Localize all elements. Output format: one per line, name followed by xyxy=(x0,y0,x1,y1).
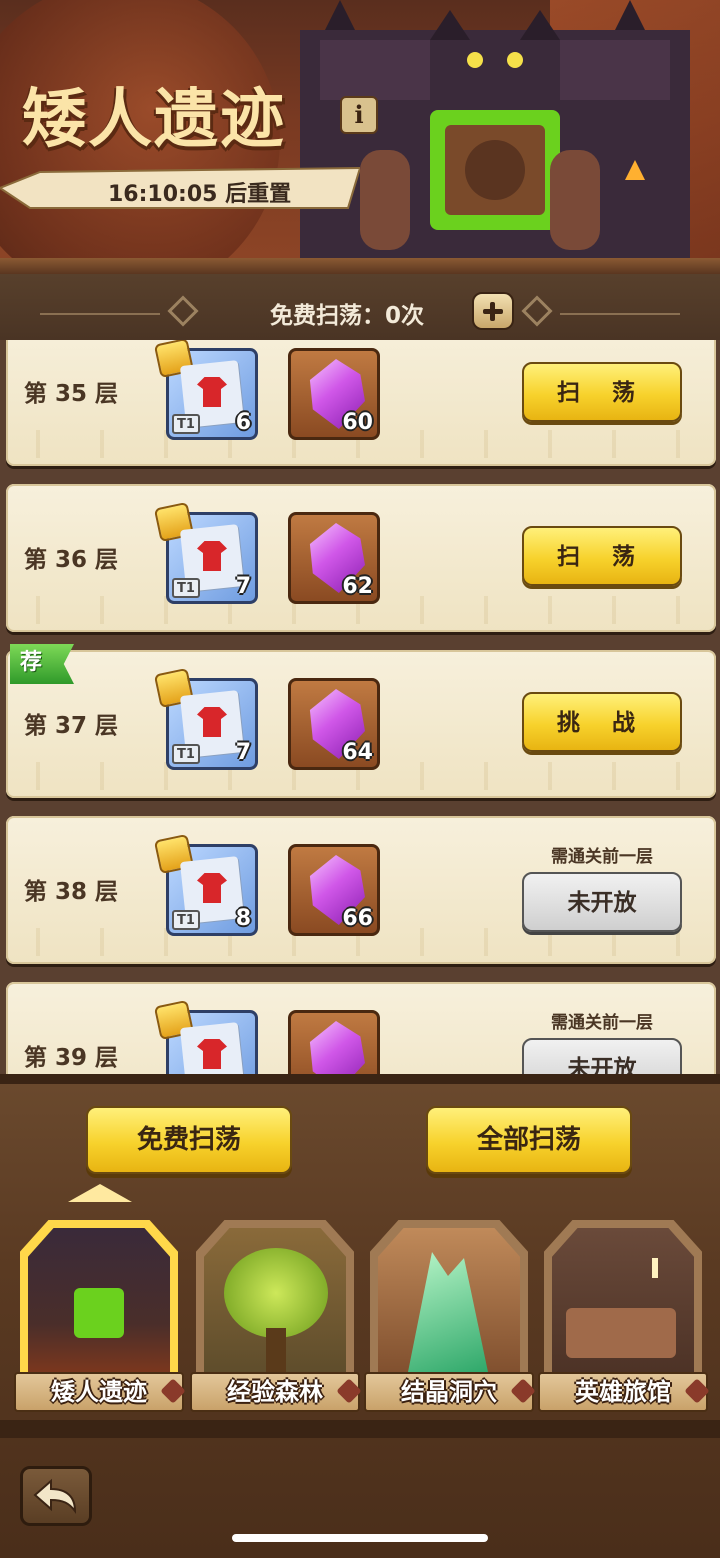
requirement-text: 需通关前一层 xyxy=(551,847,653,867)
dwarf-ruins-thumbnail xyxy=(28,1228,170,1388)
floor-label: 第 37 层 xyxy=(24,713,119,739)
reward-scroll[interactable]: T1 6 xyxy=(153,340,258,440)
reward-crystal[interactable]: 66 xyxy=(288,844,380,936)
reward-crystal[interactable]: 62 xyxy=(288,512,380,604)
floor-card-36: 第 36 层 T1 7 62 扫 荡 xyxy=(6,484,716,632)
tier-badge: T1 xyxy=(172,414,200,434)
reward-quantity: 62 xyxy=(342,574,373,599)
back-button[interactable] xyxy=(20,1466,92,1526)
free-sweep-count: 免费扫荡：0次 xyxy=(270,303,425,329)
floor-card-39: 第 39 层 需通关前一层 未开放 xyxy=(6,982,716,1074)
crystal-cave-thumbnail xyxy=(378,1228,520,1388)
tab-label: 结晶洞穴 xyxy=(364,1372,534,1412)
crystal-cluster xyxy=(408,1252,488,1372)
sweep-all-button[interactable]: 全部扫荡 xyxy=(426,1106,632,1174)
tree-trunk xyxy=(266,1328,286,1378)
floor-strip xyxy=(0,1420,720,1438)
reward-quantity: 64 xyxy=(342,740,373,765)
floor-list[interactable]: 第 35 层 T1 6 60 扫 荡 第 36 层 T1 7 62 扫 荡 荐 … xyxy=(0,340,720,1074)
tree-canopy xyxy=(224,1248,328,1338)
reward-quantity: 7 xyxy=(235,574,251,599)
floor-label: 第 35 层 xyxy=(24,381,119,407)
reward-crystal[interactable]: 60 xyxy=(288,348,380,440)
challenge-button[interactable]: 挑 战 xyxy=(522,692,682,752)
floor-card-38: 第 38 层 T1 8 66 需通关前一层 未开放 xyxy=(6,816,716,964)
tier-badge: T1 xyxy=(172,910,200,930)
tab-label: 矮人遗迹 xyxy=(14,1372,184,1412)
floor-label: 第 39 层 xyxy=(24,1045,119,1071)
reward-quantity: 6 xyxy=(235,410,251,435)
tab-exp-forest[interactable]: 经验森林 xyxy=(190,1214,362,1414)
tavern-table xyxy=(566,1308,676,1358)
reward-crystal[interactable]: 64 xyxy=(288,678,380,770)
requirement-text: 需通关前一层 xyxy=(551,1013,653,1033)
reward-quantity: 7 xyxy=(235,740,251,765)
floor-label: 第 38 层 xyxy=(24,879,119,905)
reward-scroll[interactable]: T1 7 xyxy=(153,501,258,604)
bottom-trim xyxy=(0,1074,720,1084)
exp-forest-thumbnail xyxy=(204,1228,346,1388)
divider-left xyxy=(40,313,160,315)
floor-label: 第 36 层 xyxy=(24,547,119,573)
add-sweep-button[interactable] xyxy=(472,292,514,330)
reward-scroll[interactable]: T1 7 xyxy=(153,667,258,770)
portal xyxy=(74,1288,124,1338)
floor-card-37: 荐 第 37 层 T1 7 64 挑 战 xyxy=(6,644,716,798)
header-banner: 矮人遗迹 i 16:10:05 后重置 xyxy=(0,0,720,270)
reset-timer: 16:10:05 后重置 xyxy=(108,182,292,207)
free-sweep-button[interactable]: 免费扫荡 xyxy=(86,1106,292,1174)
recommended-badge: 荐 xyxy=(10,644,74,684)
reward-quantity: 8 xyxy=(235,906,251,931)
home-indicator[interactable] xyxy=(232,1534,488,1542)
locked-button[interactable]: 未开放 xyxy=(522,872,682,932)
crystal-icon xyxy=(309,1021,365,1074)
reward-quantity: 66 xyxy=(342,906,373,931)
reward-scroll[interactable] xyxy=(153,999,258,1074)
divider-right xyxy=(560,313,680,315)
hero-tavern-thumbnail xyxy=(552,1228,694,1388)
candle xyxy=(652,1258,658,1278)
tier-badge: T1 xyxy=(172,744,200,764)
back-arrow-icon xyxy=(33,1478,77,1515)
reward-quantity: 60 xyxy=(342,410,373,435)
sweep-button[interactable]: 扫 荡 xyxy=(522,362,682,422)
info-icon[interactable]: i xyxy=(340,96,378,134)
reward-crystal[interactable] xyxy=(288,1010,380,1074)
tier-badge: T1 xyxy=(172,578,200,598)
page-title: 矮人遗迹 xyxy=(22,83,286,157)
plus-icon-vertical xyxy=(490,302,495,321)
tab-crystal-cave[interactable]: 结晶洞穴 xyxy=(364,1214,536,1414)
tab-hero-tavern[interactable]: 英雄旅馆 xyxy=(538,1214,710,1414)
sweep-button[interactable]: 扫 荡 xyxy=(522,526,682,586)
tab-dwarf-ruins[interactable]: 矮人遗迹 xyxy=(14,1214,186,1414)
selected-indicator xyxy=(68,1184,132,1202)
tab-label: 英雄旅馆 xyxy=(538,1372,708,1412)
floor-card-35: 第 35 层 T1 6 60 扫 荡 xyxy=(6,340,716,466)
locked-button[interactable]: 未开放 xyxy=(522,1038,682,1074)
tab-label: 经验森林 xyxy=(190,1372,360,1412)
reward-scroll[interactable]: T1 8 xyxy=(153,833,258,936)
